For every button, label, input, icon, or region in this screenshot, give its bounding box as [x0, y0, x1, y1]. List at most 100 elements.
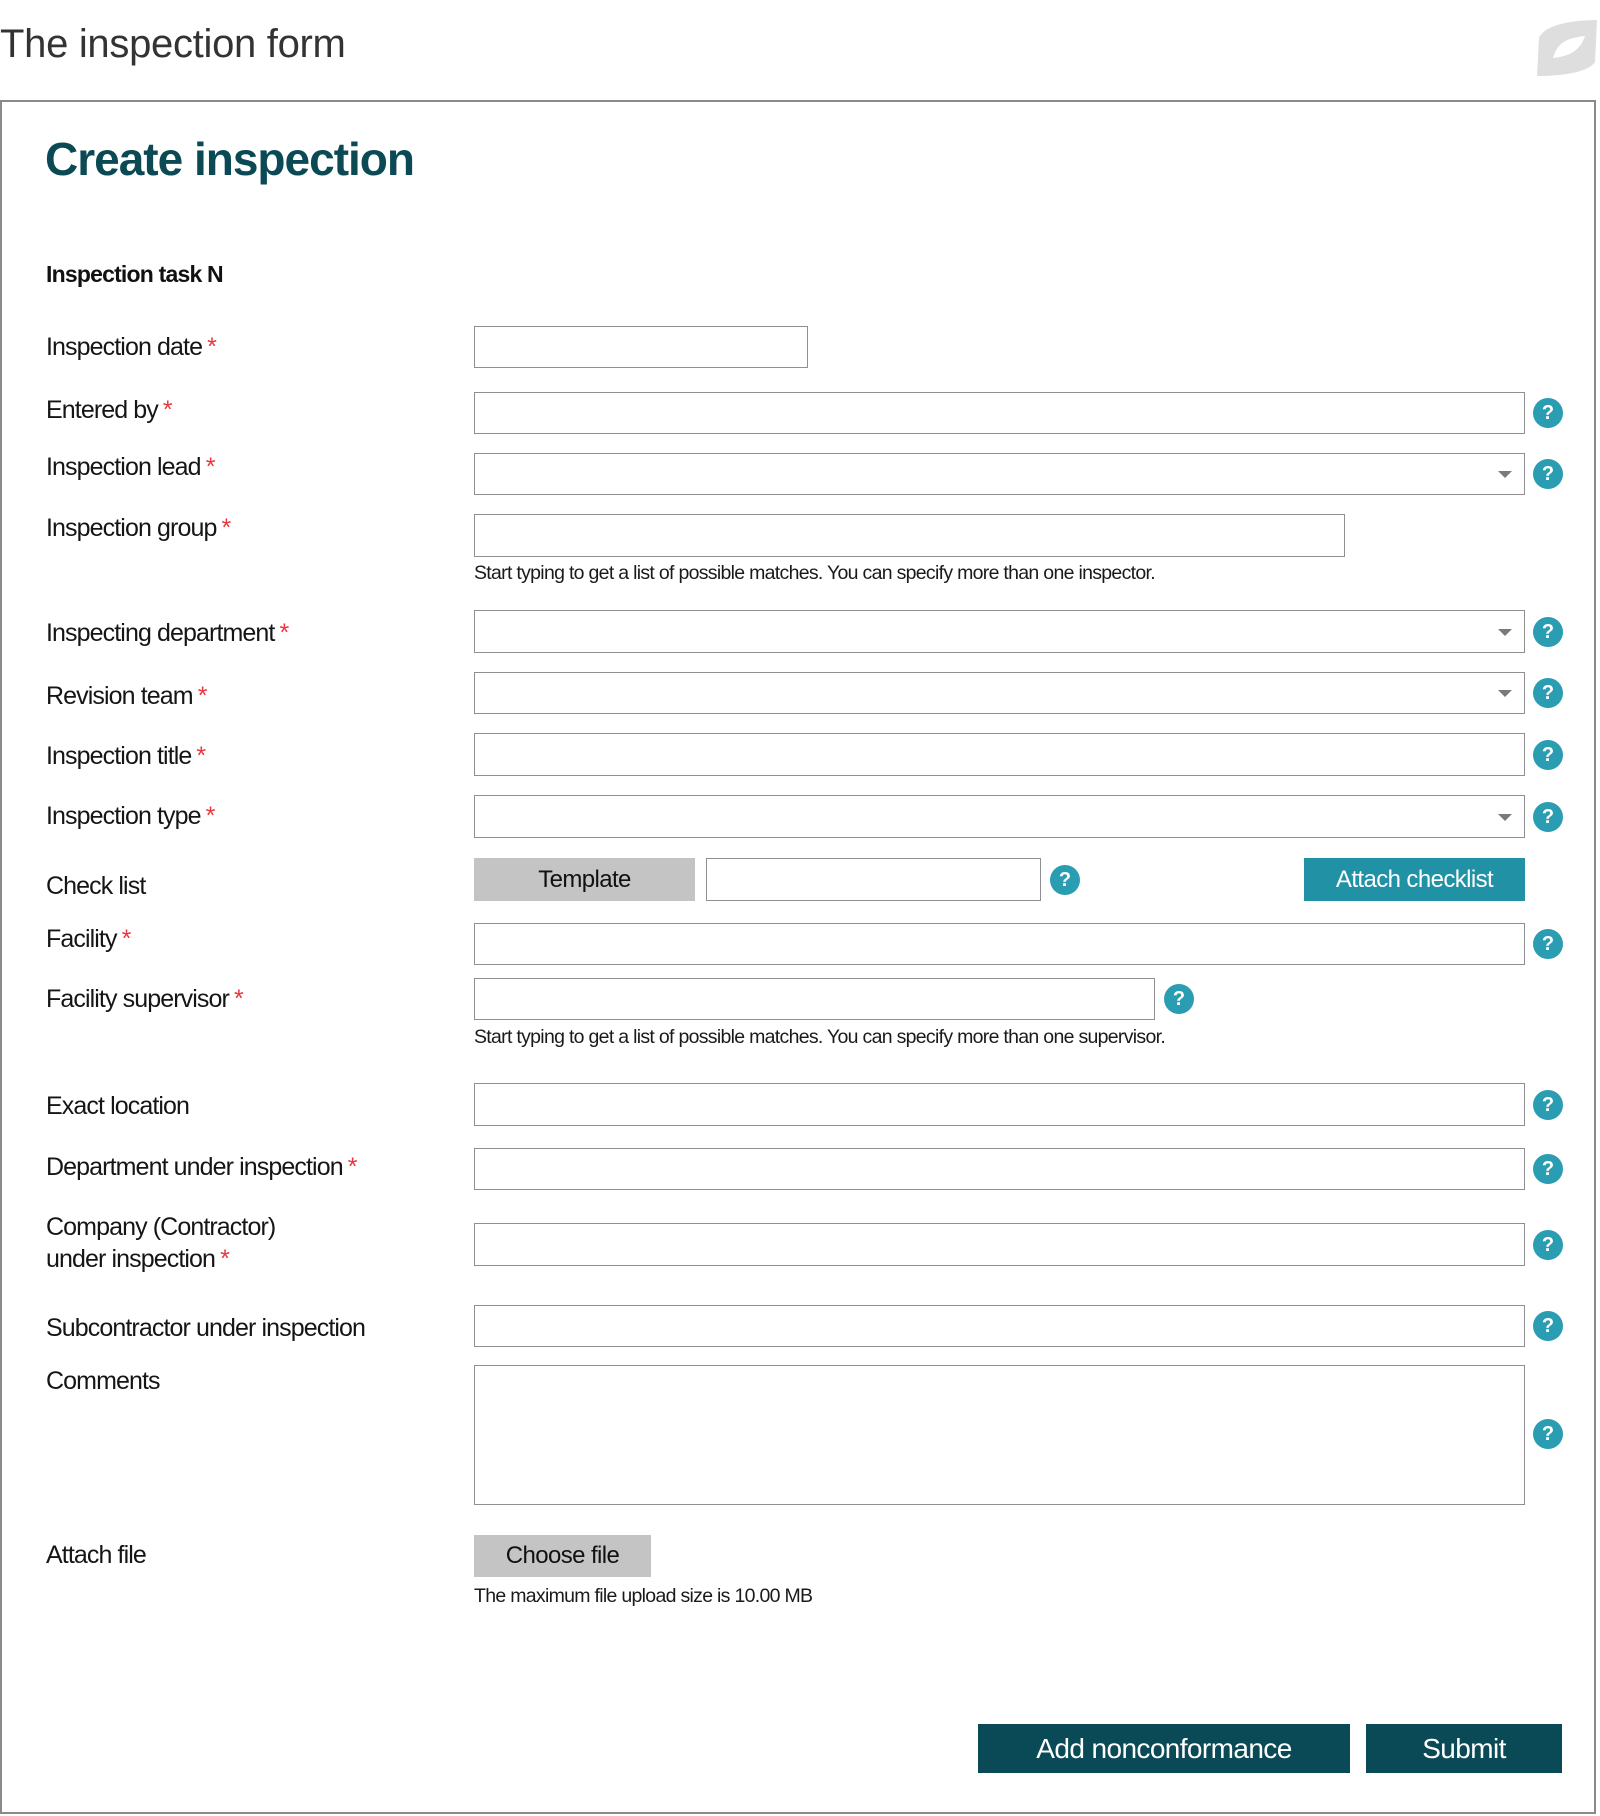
inspection-group-field[interactable]	[475, 515, 1344, 556]
attach-checklist-button[interactable]: Attach checklist	[1304, 858, 1525, 901]
label-text: Facility	[46, 925, 117, 953]
entered-by-field[interactable]	[475, 393, 1524, 433]
inspection-date-label: Inspection date *	[46, 331, 217, 363]
help-icon[interactable]: ?	[1533, 617, 1563, 647]
chevron-down-icon	[1498, 813, 1512, 821]
inspection-type-select[interactable]	[474, 795, 1525, 838]
chevron-down-icon	[1498, 690, 1512, 697]
inspection-lead-label: Inspection lead *	[46, 451, 215, 483]
subcontractor-under-inspection-field[interactable]	[475, 1306, 1524, 1346]
entered-by-input[interactable]	[474, 392, 1525, 434]
department-under-inspection-field[interactable]	[475, 1149, 1524, 1189]
label-text: Inspection title	[46, 742, 192, 770]
inspection-group-label: Inspection group *	[46, 512, 231, 544]
comments-label: Comments	[46, 1365, 161, 1397]
attach-file-label: Attach file	[46, 1539, 147, 1571]
help-icon[interactable]: ?	[1533, 1311, 1563, 1341]
label-text: Inspection group	[46, 514, 217, 542]
submit-button[interactable]: Submit	[1366, 1724, 1562, 1773]
help-icon[interactable]: ?	[1533, 1419, 1563, 1449]
help-icon[interactable]: ?	[1533, 459, 1563, 489]
exact-location-label: Exact location	[46, 1090, 190, 1122]
department-under-inspection-label: Department under inspection *	[46, 1151, 357, 1183]
required-marker: *	[205, 453, 216, 481]
help-icon[interactable]: ?	[1164, 984, 1194, 1014]
label-text: Revision team	[46, 682, 194, 710]
facility-supervisor-hint: Start typing to get a list of possible m…	[474, 1026, 1166, 1048]
company-under-inspection-input[interactable]	[474, 1223, 1525, 1266]
facility-label: Facility *	[46, 923, 132, 955]
inspection-title-field[interactable]	[475, 734, 1524, 775]
help-icon[interactable]: ?	[1533, 1230, 1563, 1260]
help-icon[interactable]: ?	[1533, 1154, 1563, 1184]
required-marker: *	[196, 742, 206, 770]
label-line-2: under inspection *	[46, 1243, 275, 1275]
facility-supervisor-field[interactable]	[475, 979, 1154, 1019]
inspection-date-field[interactable]	[475, 327, 807, 367]
required-marker: *	[197, 682, 208, 710]
label-text: Department under inspection	[46, 1153, 344, 1181]
inspection-title-label: Inspection title *	[46, 740, 206, 772]
label-text: Subcontractor under inspection	[46, 1314, 366, 1342]
label-text: Inspection type	[46, 802, 202, 830]
inspecting-department-label: Inspecting department *	[46, 617, 289, 649]
help-icon[interactable]: ?	[1533, 740, 1563, 770]
inspection-title-input[interactable]	[474, 733, 1525, 776]
help-icon[interactable]: ?	[1050, 865, 1080, 895]
exact-location-input[interactable]	[474, 1083, 1525, 1126]
comments-textarea[interactable]	[474, 1365, 1525, 1505]
help-icon[interactable]: ?	[1533, 678, 1563, 708]
label-text: Comments	[46, 1367, 161, 1395]
company-under-inspection-field[interactable]	[475, 1224, 1524, 1265]
label-text: Inspection lead	[46, 453, 202, 481]
required-marker: *	[347, 1153, 358, 1181]
label-text: Check list	[46, 872, 146, 900]
label-text: Attach file	[46, 1541, 147, 1569]
choose-file-button[interactable]: Choose file	[474, 1535, 651, 1577]
template-button[interactable]: Template	[474, 858, 695, 901]
check-list-input[interactable]	[706, 858, 1041, 901]
revision-team-select[interactable]	[474, 672, 1525, 714]
facility-supervisor-label: Facility supervisor *	[46, 983, 244, 1015]
required-marker: *	[233, 985, 244, 1013]
required-marker: *	[221, 514, 231, 542]
inspection-date-input[interactable]	[474, 326, 808, 368]
facility-supervisor-input[interactable]	[474, 978, 1155, 1020]
chevron-down-icon	[1498, 628, 1512, 636]
check-list-field[interactable]	[707, 859, 1040, 900]
department-under-inspection-input[interactable]	[474, 1148, 1525, 1190]
help-icon[interactable]: ?	[1533, 1090, 1563, 1120]
help-icon[interactable]: ?	[1533, 802, 1563, 832]
section-title: Inspection task N	[46, 261, 224, 287]
label-text: under inspection	[46, 1245, 216, 1273]
entered-by-label: Entered by *	[46, 394, 173, 426]
required-marker: *	[220, 1245, 230, 1273]
required-marker: *	[279, 619, 289, 647]
facility-input[interactable]	[474, 923, 1525, 965]
file-size-hint: The maximum file upload size is 10.00 MB	[474, 1585, 813, 1607]
help-icon[interactable]: ?	[1533, 398, 1563, 428]
chevron-down-icon	[1498, 471, 1512, 478]
inspection-group-input[interactable]	[474, 514, 1345, 557]
inspection-group-hint: Start typing to get a list of possible m…	[474, 562, 1156, 584]
label-line-1: Company (Contractor)	[46, 1213, 276, 1241]
label-text: Inspection date	[46, 333, 203, 361]
required-marker: *	[121, 925, 132, 953]
exact-location-field[interactable]	[475, 1084, 1524, 1125]
required-marker: *	[205, 802, 216, 830]
label-text: Entered by	[46, 396, 159, 424]
inspection-type-label: Inspection type *	[46, 800, 215, 832]
label-text: Exact location	[46, 1092, 190, 1120]
subcontractor-under-inspection-input[interactable]	[474, 1305, 1525, 1347]
page-title: The inspection form	[0, 22, 346, 66]
comments-field[interactable]	[475, 1366, 1524, 1504]
facility-field[interactable]	[475, 924, 1524, 964]
revision-team-label: Revision team *	[46, 680, 207, 712]
logo-icon	[1535, 18, 1599, 78]
company-under-inspection-label: Company (Contractor) under inspection *	[46, 1211, 276, 1275]
inspecting-department-select[interactable]	[474, 610, 1525, 653]
subcontractor-under-inspection-label: Subcontractor under inspection	[46, 1312, 366, 1344]
help-icon[interactable]: ?	[1533, 929, 1563, 959]
add-nonconformance-button[interactable]: Add nonconformance	[978, 1724, 1350, 1773]
inspection-lead-select[interactable]	[474, 453, 1525, 495]
